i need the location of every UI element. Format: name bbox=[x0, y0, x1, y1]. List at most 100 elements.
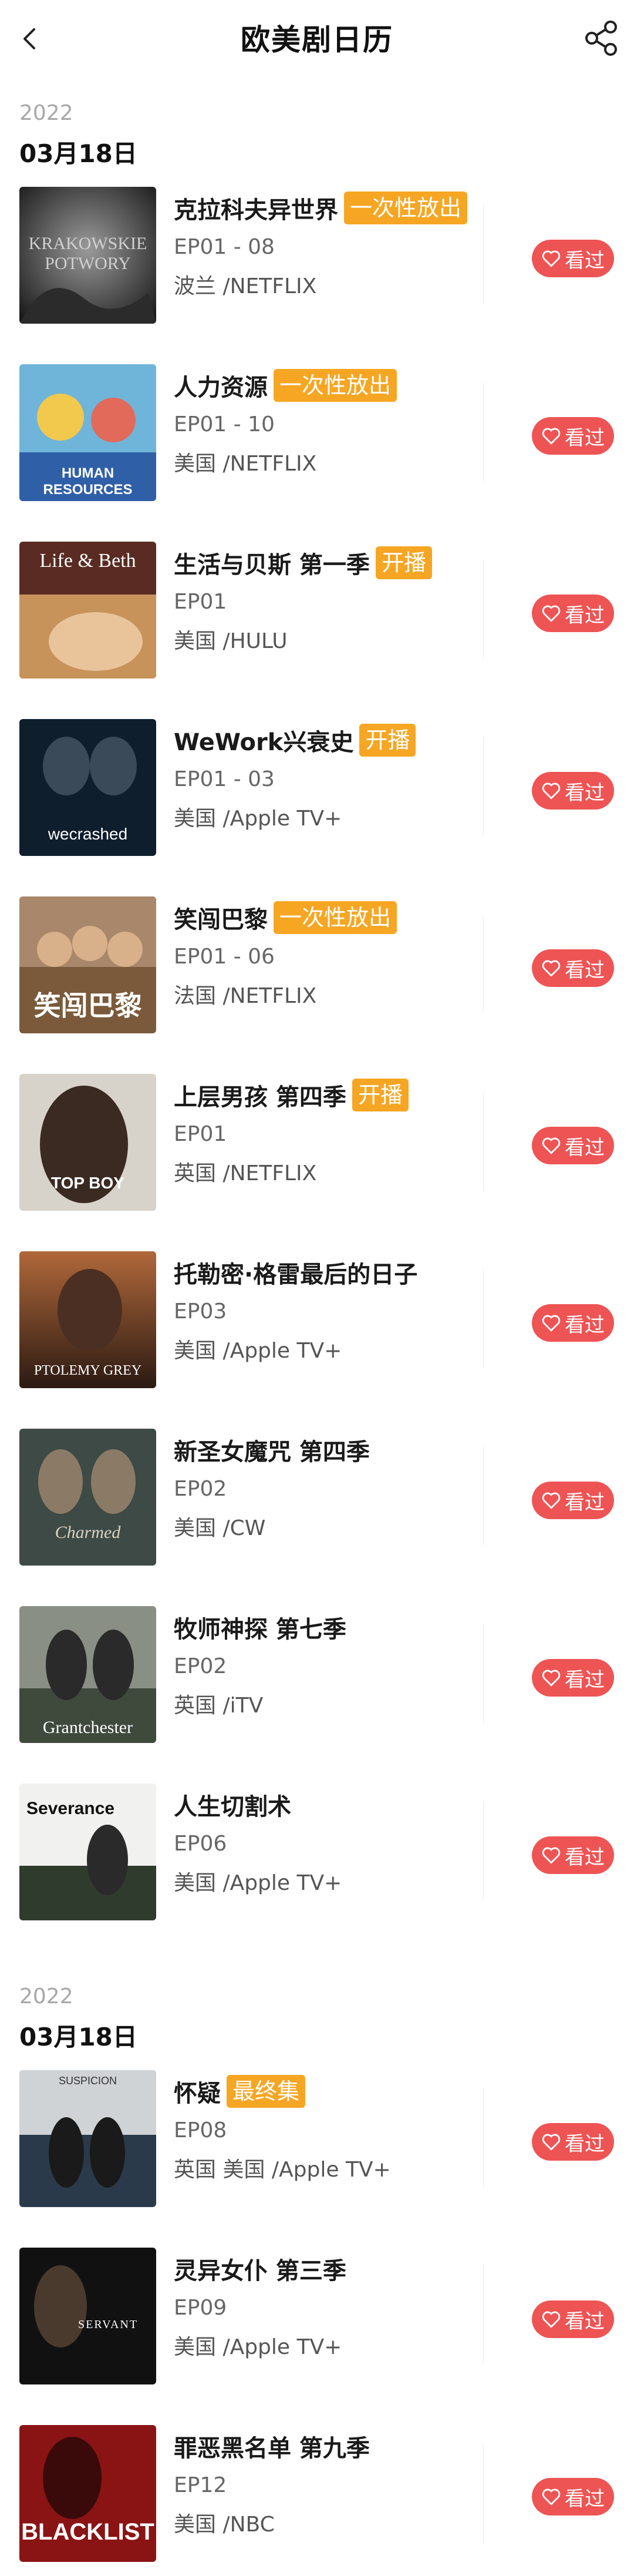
list-item[interactable]: PTOLEMY GREY 托勒密·格雷最后的日子 EP03 美国 /Apple … bbox=[0, 1251, 634, 1392]
vertical-divider bbox=[483, 2265, 484, 2365]
title-row: 人力资源 一次性放出 bbox=[174, 368, 397, 403]
list-item[interactable]: Life & Beth 生活与贝斯 第一季 开播 EP01 美国 /HULU 看… bbox=[0, 542, 634, 683]
show-title: 新圣女魔咒 第四季 bbox=[174, 1439, 370, 1466]
title-row: 笑闯巴黎 一次性放出 bbox=[174, 900, 397, 935]
watched-button[interactable]: 看过 bbox=[532, 2478, 614, 2515]
watched-button[interactable]: 看过 bbox=[532, 949, 614, 987]
poster-image: SUSPICION bbox=[19, 2070, 156, 2207]
watched-button[interactable]: 看过 bbox=[532, 1127, 614, 1164]
watched-button[interactable]: 看过 bbox=[532, 417, 614, 455]
vertical-divider bbox=[483, 382, 484, 482]
watched-label: 看过 bbox=[565, 2309, 605, 2333]
watched-button[interactable]: 看过 bbox=[532, 772, 614, 810]
show-title: 罪恶黑名单 第九季 bbox=[174, 2435, 370, 2462]
heart-icon bbox=[542, 1847, 561, 1864]
watched-button[interactable]: 看过 bbox=[532, 240, 614, 277]
vertical-divider bbox=[483, 2443, 484, 2543]
poster-caption: TOP BOY bbox=[50, 1174, 124, 1192]
vertical-divider bbox=[483, 1269, 484, 1369]
list-item[interactable]: 笑闯巴黎 笑闯巴黎 一次性放出 EP01 - 06 法国 /NETFLIX 看过 bbox=[0, 896, 634, 1037]
country-network: 美国 /NBC bbox=[174, 2513, 275, 2537]
poster-image: wecrashed bbox=[19, 719, 156, 856]
release-tag: 一次性放出 bbox=[344, 192, 468, 224]
release-tag: 最终集 bbox=[227, 2075, 306, 2108]
poster-image: SERVANT bbox=[19, 2248, 156, 2384]
watched-button[interactable]: 看过 bbox=[532, 1659, 614, 1697]
list-item[interactable]: Severance 人生切割术 EP06 美国 /Apple TV+ 看过 bbox=[0, 1784, 634, 1925]
title-row: 生活与贝斯 第一季 开播 bbox=[174, 545, 432, 580]
poster-caption: wecrashed bbox=[48, 825, 128, 843]
show-title: 上层男孩 第四季 bbox=[174, 1084, 346, 1111]
country-network: 英国 /iTV bbox=[174, 1694, 264, 1718]
watched-label: 看过 bbox=[565, 1845, 605, 1869]
title-row: 上层男孩 第四季 开播 bbox=[174, 1077, 409, 1113]
vertical-divider bbox=[483, 1446, 484, 1546]
title-row: 新圣女魔咒 第四季 bbox=[174, 1432, 370, 1467]
release-tag: 开播 bbox=[375, 546, 432, 579]
watched-button[interactable]: 看过 bbox=[532, 2123, 614, 2161]
poster-caption: Severance bbox=[26, 1799, 115, 1818]
show-title: 灵异女仆 第三季 bbox=[174, 2258, 346, 2285]
release-tag: 开播 bbox=[359, 724, 416, 757]
heart-icon bbox=[542, 2134, 561, 2151]
poster-image: Severance bbox=[19, 1784, 156, 1920]
poster-caption: BLACKLIST bbox=[21, 2519, 154, 2545]
poster-image: Life & Beth bbox=[19, 542, 156, 679]
vertical-divider bbox=[483, 2088, 484, 2188]
title-row: WeWork兴衰史 开播 bbox=[174, 723, 416, 758]
show-title: 克拉科夫异世界 bbox=[174, 197, 338, 224]
country-network: 美国 /CW bbox=[174, 1516, 266, 1540]
list-item[interactable]: KRAKOWSKIE POTWORY 克拉科夫异世界 一次性放出 EP01 - … bbox=[0, 187, 634, 328]
watched-label: 看过 bbox=[565, 2132, 605, 2156]
poster-image: HUMAN RESOURCES bbox=[19, 364, 156, 501]
list-item[interactable]: SERVANT 灵异女仆 第三季 EP09 美国 /Apple TV+ 看过 bbox=[0, 2248, 634, 2389]
list-item[interactable]: BLACKLIST 罪恶黑名单 第九季 EP12 美国 /NBC 看过 bbox=[0, 2425, 634, 2566]
section-date: 03月18日 bbox=[19, 2023, 137, 2051]
watched-button[interactable]: 看过 bbox=[532, 595, 614, 632]
watched-label: 看过 bbox=[565, 2487, 605, 2511]
list-item[interactable]: Grantchester 牧师神探 第七季 EP02 英国 /iTV 看过 bbox=[0, 1606, 634, 1747]
poster-caption: Grantchester bbox=[42, 1718, 133, 1737]
list-item[interactable]: TOP BOY 上层男孩 第四季 开播 EP01 英国 /NETFLIX 看过 bbox=[0, 1074, 634, 1215]
title-row: 罪恶黑名单 第九季 bbox=[174, 2429, 370, 2464]
watched-label: 看过 bbox=[565, 781, 605, 805]
list-item[interactable]: Charmed 新圣女魔咒 第四季 EP02 美国 /CW 看过 bbox=[0, 1429, 634, 1570]
app-header: 欧美剧日历 bbox=[0, 0, 634, 88]
heart-icon bbox=[542, 1492, 561, 1509]
watched-button[interactable]: 看过 bbox=[532, 1482, 614, 1519]
heart-icon bbox=[542, 960, 561, 977]
episode-range: EP09 bbox=[174, 2296, 227, 2320]
title-row: 灵异女仆 第三季 bbox=[174, 2251, 346, 2286]
poster-caption: SERVANT bbox=[78, 2318, 139, 2331]
vertical-divider bbox=[483, 204, 484, 304]
poster-caption: PTOLEMY GREY bbox=[33, 1363, 142, 1378]
country-network: 波兰 /NETFLIX bbox=[174, 274, 317, 298]
episode-range: EP03 bbox=[174, 1299, 227, 1324]
watched-label: 看过 bbox=[565, 426, 605, 450]
vertical-divider bbox=[483, 737, 484, 837]
country-network: 美国 /HULU bbox=[174, 629, 288, 653]
share-icon[interactable] bbox=[581, 18, 622, 59]
show-title: 人生切割术 bbox=[174, 1794, 291, 1821]
vertical-divider bbox=[483, 1801, 484, 1901]
country-network: 美国 /Apple TV+ bbox=[174, 2335, 342, 2359]
poster-caption: Charmed bbox=[55, 1523, 121, 1542]
poster-image: TOP BOY bbox=[19, 1074, 156, 1211]
country-network: 美国 /Apple TV+ bbox=[174, 1871, 342, 1895]
list-item[interactable]: wecrashed WeWork兴衰史 开播 EP01 - 03 美国 /App… bbox=[0, 719, 634, 860]
watched-button[interactable]: 看过 bbox=[532, 2300, 614, 2338]
heart-icon bbox=[542, 1670, 561, 1687]
list-item[interactable]: SUSPICION 怀疑 最终集 EP08 英国 美国 /Apple TV+ 看… bbox=[0, 2070, 634, 2211]
title-row: 怀疑 最终集 bbox=[174, 2074, 306, 2109]
list-item[interactable]: HUMAN RESOURCES 人力资源 一次性放出 EP01 - 10 美国 … bbox=[0, 364, 634, 505]
watched-button[interactable]: 看过 bbox=[532, 1304, 614, 1342]
watched-button[interactable]: 看过 bbox=[532, 1836, 614, 1874]
section-year: 2022 bbox=[19, 101, 73, 125]
release-tag: 开播 bbox=[352, 1079, 409, 1111]
heart-icon bbox=[542, 605, 561, 622]
title-row: 托勒密·格雷最后的日子 bbox=[174, 1255, 417, 1290]
episode-range: EP06 bbox=[174, 1832, 227, 1856]
poster-image: 笑闯巴黎 bbox=[19, 896, 156, 1033]
section-date: 03月18日 bbox=[19, 139, 137, 168]
poster-image: Grantchester bbox=[19, 1606, 156, 1743]
